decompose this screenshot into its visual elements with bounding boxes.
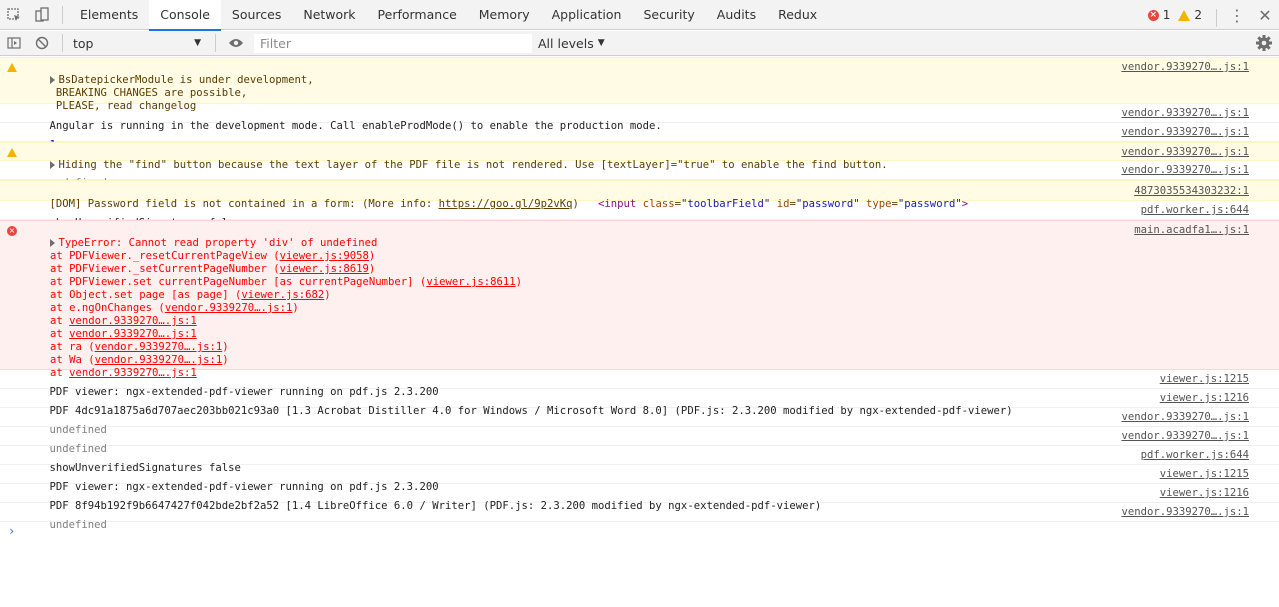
warning-count[interactable]: 2 — [1178, 8, 1202, 22]
source-link[interactable]: pdf.worker.js:644 — [1141, 449, 1249, 462]
console-message: PDF viewer: ngx-extended-pdf-viewer runn… — [0, 465, 1279, 493]
separator — [1216, 9, 1217, 27]
source-link[interactable]: viewer.js:1215 — [1160, 468, 1249, 481]
console-message: PDF viewer: ngx-extended-pdf-viewer runn… — [0, 370, 1279, 398]
expand-triangle-icon[interactable] — [49, 76, 55, 84]
separator — [215, 34, 216, 52]
stack-link[interactable]: vendor.9339270….js:1 — [165, 302, 293, 314]
stack-link[interactable]: viewer.js:682 — [241, 289, 324, 301]
source-link[interactable]: vendor.9339270….js:1 — [1121, 61, 1249, 74]
console-message: undefined vendor.9339270….js:1 — [0, 427, 1279, 455]
dropdown-arrow-icon: ▼ — [194, 38, 201, 48]
tab-redux[interactable]: Redux — [767, 0, 828, 30]
tab-network[interactable]: Network — [292, 0, 366, 30]
tab-elements[interactable]: Elements — [69, 0, 149, 30]
console-message: undefined vendor.9339270….js:1 — [0, 161, 1279, 189]
clear-console-icon[interactable] — [28, 31, 56, 56]
source-link[interactable]: vendor.9339270….js:1 — [1121, 430, 1249, 443]
context-select[interactable]: top ▼ — [69, 31, 209, 56]
console-messages: BsDatepickerModule is under development,… — [0, 57, 1279, 542]
log-levels-select[interactable]: All levels ▼ — [538, 36, 605, 51]
expand-triangle-icon[interactable] — [49, 239, 55, 247]
settings-gear-icon[interactable] — [1255, 34, 1273, 52]
warning-icon — [1178, 9, 1191, 21]
console-message: Angular is running in the development mo… — [0, 104, 1279, 132]
separator — [62, 6, 63, 24]
console-prompt[interactable]: › — [0, 522, 1279, 542]
stack-frame: at vendor.9339270….js:1 — [50, 315, 197, 327]
console-message: PDF 4dc91a1875a6d707aec203bb021c93a0 [1.… — [0, 389, 1279, 417]
console-message: 1 vendor.9339270….js:1 — [0, 123, 1279, 151]
separator — [62, 34, 63, 52]
source-link[interactable]: viewer.js:1216 — [1160, 392, 1249, 405]
stack-frame: at vendor.9339270….js:1 — [50, 328, 197, 340]
error-icon: × — [1147, 9, 1159, 21]
live-expression-eye-icon[interactable] — [222, 31, 250, 56]
source-link[interactable]: vendor.9339270….js:1 — [1121, 506, 1249, 519]
source-link[interactable]: viewer.js:1215 — [1160, 373, 1249, 386]
device-toolbar-icon[interactable] — [28, 0, 56, 30]
inspect-element-icon[interactable] — [0, 0, 28, 30]
stack-link[interactable]: viewer.js:9058 — [280, 250, 369, 262]
filter-input[interactable]: Filter — [254, 33, 532, 53]
dropdown-arrow-icon: ▼ — [597, 38, 605, 48]
console-message: showUnverifiedSignatures false pdf.worke… — [0, 201, 1279, 229]
source-link[interactable]: viewer.js:1216 — [1160, 487, 1249, 500]
error-icon: × — [7, 226, 17, 236]
console-message-error[interactable]: × TypeError: Cannot read property 'div' o… — [0, 220, 1279, 379]
source-link[interactable]: vendor.9339270….js:1 — [1121, 146, 1249, 159]
tab-security[interactable]: Security — [632, 0, 705, 30]
tab-console[interactable]: Console — [149, 0, 221, 31]
stack-frame: at ra (vendor.9339270….js:1) — [50, 341, 229, 353]
tab-performance[interactable]: Performance — [367, 0, 468, 30]
console-message: undefined vendor.9339270….js:1 — [0, 408, 1279, 436]
console-toolbar: top ▼ Filter All levels ▼ — [0, 31, 1279, 56]
stack-frame: at PDFViewer.set currentPageNumber [as c… — [50, 276, 522, 288]
source-link[interactable]: 4873035534303232:1 — [1134, 185, 1249, 198]
source-link[interactable]: vendor.9339270….js:1 — [1121, 411, 1249, 424]
stack-frame: at PDFViewer._resetCurrentPageView (view… — [50, 250, 376, 262]
tab-audits[interactable]: Audits — [706, 0, 767, 30]
warning-icon — [7, 148, 17, 157]
console-message-dom-verbose: [DOM] Password field is not contained in… — [0, 180, 1279, 210]
stack-link[interactable]: vendor.9339270….js:1 — [69, 315, 197, 327]
console-message: PDF 8f94b192f9b6647427f042bde2bf2a52 [1.… — [0, 484, 1279, 512]
stack-frame: at PDFViewer._setCurrentPageNumber (view… — [50, 263, 376, 275]
devtools-tabbar: Elements Console Sources Network Perform… — [0, 0, 1279, 31]
source-link[interactable]: vendor.9339270….js:1 — [1121, 107, 1249, 120]
stack-link[interactable]: vendor.9339270….js:1 — [69, 328, 197, 340]
source-link[interactable]: vendor.9339270….js:1 — [1121, 126, 1249, 139]
error-count[interactable]: × 1 — [1147, 8, 1170, 22]
prompt-chevron-icon: › — [8, 524, 16, 538]
stack-link[interactable]: viewer.js:8611 — [426, 276, 515, 288]
warning-icon — [7, 63, 17, 72]
source-link[interactable]: pdf.worker.js:644 — [1141, 204, 1249, 217]
stack-link[interactable]: vendor.9339270….js:1 — [95, 354, 223, 366]
console-message: undefined vendor.9339270….js:1 — [0, 503, 1279, 531]
stack-frame: at Object.set page [as page] (viewer.js:… — [50, 289, 331, 301]
more-options-icon[interactable]: ⋮ — [1223, 6, 1251, 25]
stack-link[interactable]: viewer.js:8619 — [280, 263, 369, 275]
source-link[interactable]: vendor.9339270….js:1 — [1121, 164, 1249, 177]
console-message-warning[interactable]: BsDatepickerModule is under development,… — [0, 57, 1279, 112]
stack-frame: at Wa (vendor.9339270….js:1) — [50, 354, 229, 366]
close-icon[interactable]: ✕ — [1251, 6, 1279, 25]
console-message: showUnverifiedSignatures false pdf.worke… — [0, 446, 1279, 474]
console-message-warning[interactable]: Hiding the "find" button because the tex… — [0, 142, 1279, 171]
tab-application[interactable]: Application — [541, 0, 633, 30]
tab-sources[interactable]: Sources — [221, 0, 292, 30]
stack-link[interactable]: vendor.9339270….js:1 — [95, 341, 223, 353]
sidebar-toggle-icon[interactable] — [0, 31, 28, 56]
stack-frame: at e.ngOnChanges (vendor.9339270….js:1) — [50, 302, 299, 314]
source-link[interactable]: main.acadfa1….js:1 — [1134, 224, 1249, 237]
tab-memory[interactable]: Memory — [468, 0, 541, 30]
